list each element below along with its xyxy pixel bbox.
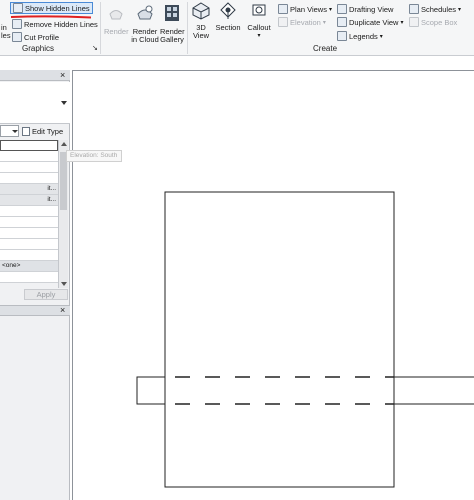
truncated-label: les xyxy=(1,31,11,40)
3d-view-button[interactable]: 3D View xyxy=(190,2,212,40)
property-edit-button[interactable]: it... xyxy=(0,195,58,206)
duplicate-view-label: Duplicate View xyxy=(349,17,399,27)
group-separator xyxy=(187,2,188,54)
scope-box-label: Scope Box xyxy=(421,17,458,27)
legends-button[interactable]: Legends ▾ xyxy=(337,30,383,42)
properties-grid: it... it... <one> xyxy=(0,140,58,283)
properties-scrollbar[interactable] xyxy=(58,140,68,288)
graphics-group-label: Graphics xyxy=(22,44,55,53)
elevation-button[interactable]: Elevation ▾ xyxy=(278,16,326,28)
callout-icon xyxy=(250,2,268,20)
chevron-down-icon[interactable] xyxy=(61,101,67,105)
render-gallery-label-2: Gallery xyxy=(160,35,184,44)
section-button[interactable]: Section xyxy=(214,2,242,32)
property-edit-button[interactable]: it... xyxy=(0,184,58,195)
chevron-down-icon: ▾ xyxy=(458,6,462,13)
create-group-label: Create xyxy=(313,44,338,53)
section-icon xyxy=(219,2,237,20)
render-in-cloud-button[interactable]: Render in Cloud xyxy=(131,4,159,44)
cloud-teapot-icon xyxy=(136,4,154,22)
house-3d-icon xyxy=(192,2,210,20)
render-gallery-button[interactable]: Render Gallery xyxy=(160,4,185,44)
cut-profile-label: Cut Profile xyxy=(24,32,60,42)
property-row[interactable] xyxy=(0,206,58,217)
property-row[interactable] xyxy=(0,250,58,261)
scope-box-icon xyxy=(409,17,419,27)
elevation-label: Elevation xyxy=(290,17,321,27)
property-row[interactable]: <one> xyxy=(0,261,58,272)
plan-views-button[interactable]: Plan Views ▾ xyxy=(278,3,332,15)
close-icon[interactable]: × xyxy=(60,71,65,80)
schedules-icon xyxy=(409,4,419,14)
elevation-icon xyxy=(278,17,288,27)
show-hidden-lines-button[interactable]: Show Hidden Lines xyxy=(10,2,93,14)
legends-icon xyxy=(337,31,347,41)
render-in-cloud-label-2: in Cloud xyxy=(131,35,159,44)
drafting-view-label: Drafting View xyxy=(349,4,394,14)
chevron-down-icon: ▾ xyxy=(328,6,332,13)
remove-hidden-lines-button[interactable]: Remove Hidden Lines xyxy=(12,18,98,30)
property-row[interactable] xyxy=(0,239,58,250)
group-separator xyxy=(100,2,101,54)
property-row[interactable] xyxy=(0,272,58,283)
show-hidden-lines-icon xyxy=(13,3,23,13)
edit-type-label: Edit Type xyxy=(32,126,64,136)
teapot-icon xyxy=(107,4,125,22)
drafting-view-icon xyxy=(337,4,347,14)
drafting-view-button[interactable]: Drafting View xyxy=(337,3,393,15)
building-outline xyxy=(164,191,395,488)
edit-type-icon xyxy=(22,126,30,136)
schedules-label: Schedules xyxy=(421,4,457,14)
edit-type-button[interactable]: Edit Type xyxy=(22,125,68,137)
callout-label: Callout xyxy=(247,23,271,32)
apply-button[interactable]: Apply xyxy=(24,289,68,300)
elevation-drawing xyxy=(136,191,474,488)
remove-hidden-lines-label: Remove Hidden Lines xyxy=(24,19,98,29)
property-row[interactable] xyxy=(0,162,58,173)
schedules-button[interactable]: Schedules ▾ xyxy=(409,3,461,15)
gallery-icon xyxy=(163,4,181,22)
chevron-down-icon: ▾ xyxy=(379,33,383,40)
remove-hidden-lines-icon xyxy=(12,19,22,29)
chevron-down-icon: ▾ xyxy=(400,19,404,26)
plan-views-label: Plan Views xyxy=(290,4,327,14)
cut-profile-button[interactable]: Cut Profile xyxy=(12,31,59,43)
chevron-down-icon: ▾ xyxy=(322,19,326,26)
type-selector[interactable] xyxy=(0,82,70,124)
duplicate-view-icon xyxy=(337,17,347,27)
view-tooltip: Elevation: South xyxy=(66,150,122,162)
close-icon[interactable]: × xyxy=(60,306,65,315)
property-row[interactable] xyxy=(0,173,58,184)
show-hidden-lines-label: Show Hidden Lines xyxy=(25,3,90,13)
section-label: Section xyxy=(215,23,241,32)
scope-box-button[interactable]: Scope Box xyxy=(409,16,457,28)
property-row[interactable] xyxy=(0,140,58,151)
plan-views-icon xyxy=(278,4,288,14)
callout-button[interactable]: Callout ▾ xyxy=(245,2,273,40)
graphics-launcher-icon[interactable]: ↘ xyxy=(92,44,98,52)
scroll-down-icon[interactable] xyxy=(61,282,67,286)
duplicate-view-button[interactable]: Duplicate View ▾ xyxy=(337,16,404,28)
render-label: Render xyxy=(104,27,129,36)
ribbon: in les Show Hidden Lines Remove Hidden L… xyxy=(0,0,474,56)
left-footing-outline xyxy=(136,376,166,405)
legends-label: Legends xyxy=(349,31,378,41)
chevron-down-icon: ▾ xyxy=(257,33,261,39)
chevron-down-icon xyxy=(12,130,18,133)
property-row[interactable] xyxy=(0,151,58,162)
render-button[interactable]: Render xyxy=(104,4,129,36)
3d-view-label-2: View xyxy=(192,31,210,40)
scroll-up-icon[interactable] xyxy=(61,142,67,146)
cut-profile-icon xyxy=(12,32,22,42)
property-row[interactable] xyxy=(0,228,58,239)
property-row[interactable] xyxy=(0,217,58,228)
drawing-canvas[interactable] xyxy=(72,70,474,500)
